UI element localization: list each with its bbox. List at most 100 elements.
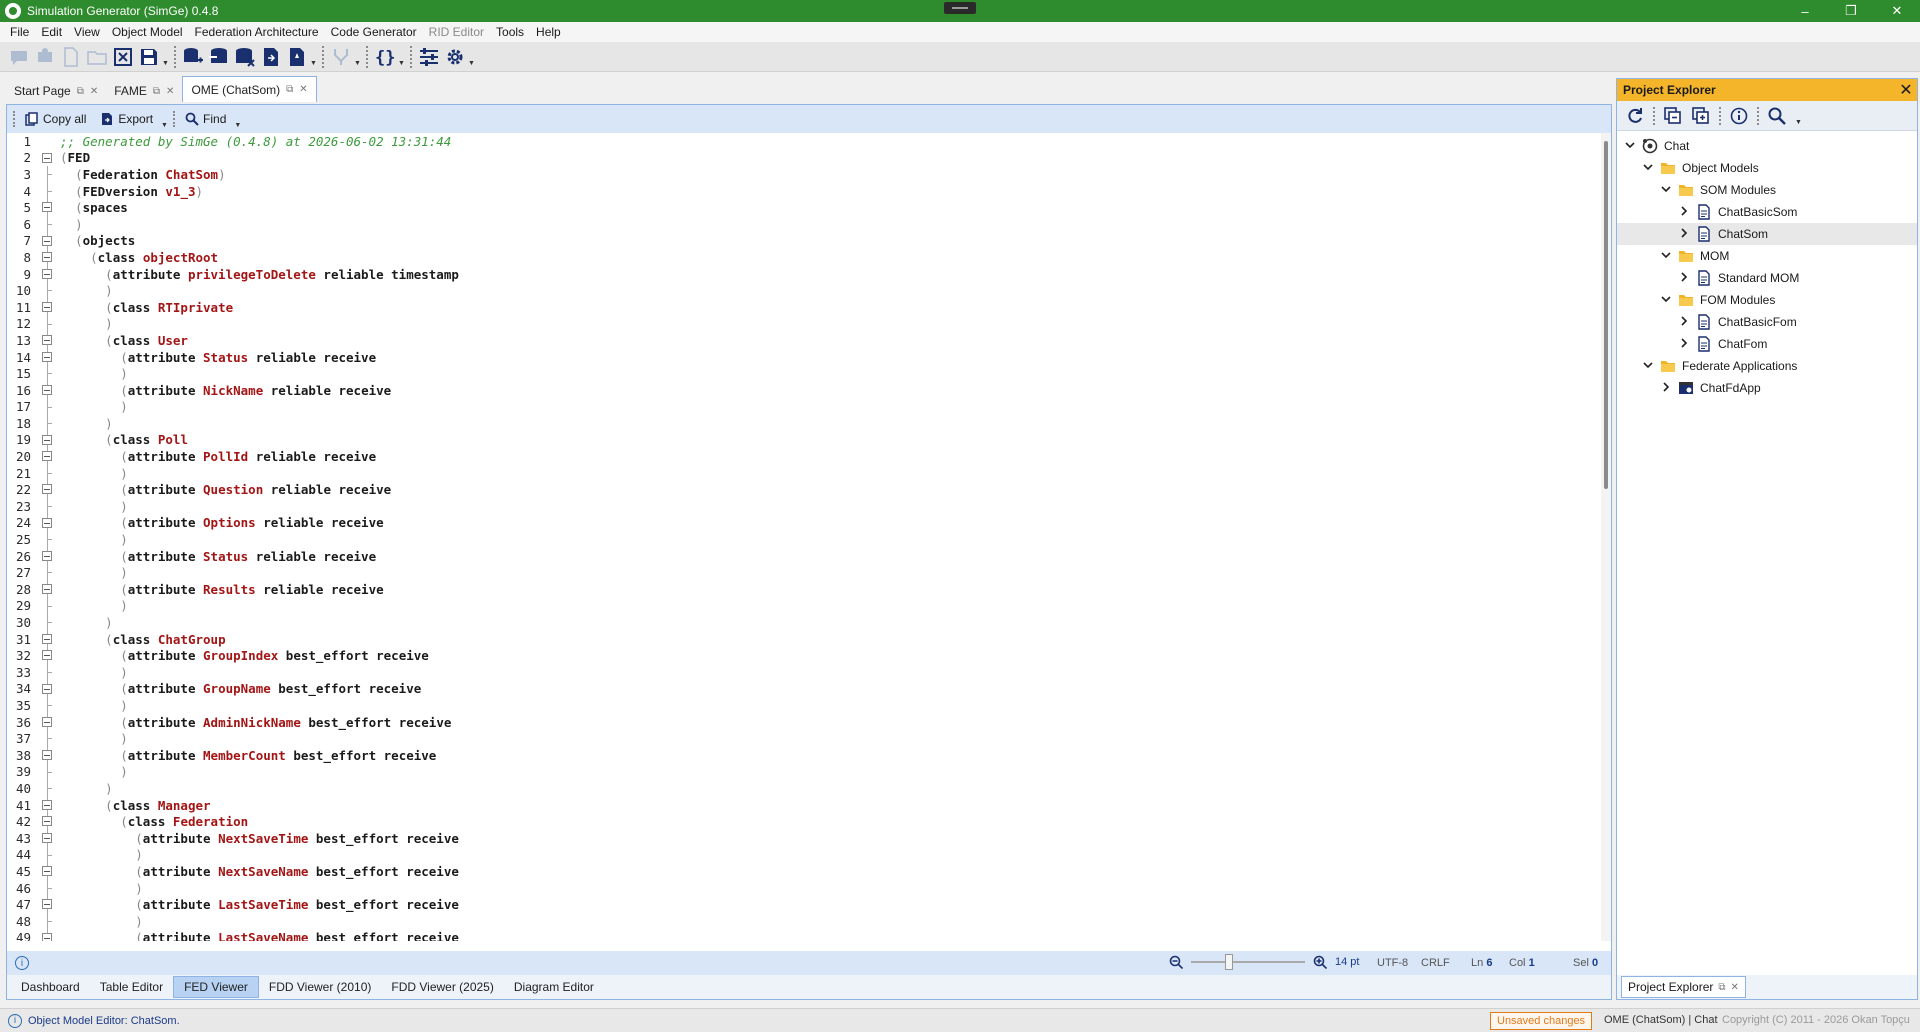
info-icon[interactable]: i bbox=[15, 956, 29, 970]
tab-fame[interactable]: FAME ⧉ ✕ bbox=[106, 80, 182, 102]
fold-toggle-icon[interactable] bbox=[40, 863, 56, 880]
close-tab-icon[interactable]: ✕ bbox=[90, 86, 98, 97]
menu-tools[interactable]: Tools bbox=[490, 25, 530, 39]
tree-item-object-models[interactable]: Object Models bbox=[1617, 157, 1917, 179]
tree-item-chatfdapp[interactable]: ChatFdApp bbox=[1617, 377, 1917, 399]
fold-toggle-icon[interactable] bbox=[40, 150, 56, 167]
close-project-icon[interactable] bbox=[110, 44, 136, 70]
maximize-button[interactable]: ❐ bbox=[1828, 0, 1874, 22]
chevron-right-icon[interactable] bbox=[1659, 381, 1673, 395]
federate-icon[interactable] bbox=[32, 44, 58, 70]
fold-toggle-icon[interactable] bbox=[40, 581, 56, 598]
menu-object-model[interactable]: Object Model bbox=[106, 25, 189, 39]
tree-item-standard-mom[interactable]: Standard MOM bbox=[1617, 267, 1917, 289]
export-document-icon[interactable] bbox=[258, 44, 284, 70]
code-braces-icon[interactable]: {} bbox=[372, 44, 398, 70]
chevron-down-icon[interactable] bbox=[1659, 294, 1673, 307]
close-tab-icon[interactable]: ✕ bbox=[1731, 982, 1739, 993]
drag-grip-icon[interactable] bbox=[944, 2, 976, 14]
chevron-down-icon[interactable] bbox=[1641, 360, 1655, 373]
chevron-right-icon[interactable] bbox=[1677, 227, 1691, 241]
close-window-button[interactable]: ✕ bbox=[1874, 0, 1920, 22]
menu-rid-editor[interactable]: RID Editor bbox=[423, 25, 490, 39]
popout-icon[interactable]: ⧉ bbox=[286, 84, 293, 95]
menu-code-generator[interactable]: Code Generator bbox=[325, 25, 423, 39]
fold-toggle-icon[interactable] bbox=[40, 929, 56, 941]
copy-all-button[interactable]: Copy all bbox=[19, 108, 92, 130]
branch-dropdown-icon[interactable]: ▼ bbox=[354, 60, 362, 67]
new-file-icon[interactable] bbox=[58, 44, 84, 70]
fold-toggle-icon[interactable] bbox=[40, 647, 56, 664]
search-dropdown-icon[interactable]: ▼ bbox=[1795, 119, 1803, 126]
export-dropdown-icon[interactable]: ▼ bbox=[161, 122, 169, 129]
export-button[interactable]: Export bbox=[94, 108, 159, 130]
scrollbar-thumb[interactable] bbox=[1604, 141, 1608, 489]
fold-toggle-icon[interactable] bbox=[40, 431, 56, 449]
fold-toggle-icon[interactable] bbox=[40, 813, 56, 830]
tab-project-explorer[interactable]: Project Explorer ⧉ ✕ bbox=[1621, 976, 1746, 998]
menu-help[interactable]: Help bbox=[530, 25, 567, 39]
zoom-slider-thumb[interactable] bbox=[1225, 954, 1233, 970]
fold-toggle-icon[interactable] bbox=[40, 448, 56, 465]
tree-item-chatbasicsom[interactable]: ChatBasicSom bbox=[1617, 201, 1917, 223]
chevron-down-icon[interactable] bbox=[1623, 140, 1637, 153]
zoom-in-icon[interactable] bbox=[1313, 955, 1327, 969]
fold-toggle-icon[interactable] bbox=[40, 249, 56, 266]
chevron-right-icon[interactable] bbox=[1677, 205, 1691, 219]
add-database-icon[interactable] bbox=[180, 44, 206, 70]
fold-toggle-icon[interactable] bbox=[40, 332, 56, 349]
collapse-all-icon[interactable] bbox=[1663, 106, 1683, 126]
tab-fdd-viewer-2010[interactable]: FDD Viewer (2010) bbox=[259, 976, 381, 998]
properties-info-icon[interactable] bbox=[1729, 106, 1749, 126]
tree-item-chatsom[interactable]: ChatSom bbox=[1617, 223, 1917, 245]
tree-item-fom-modules[interactable]: FOM Modules bbox=[1617, 289, 1917, 311]
open-folder-icon[interactable] bbox=[84, 44, 110, 70]
document-dropdown-icon[interactable]: ▼ bbox=[310, 60, 318, 67]
remove-database-icon[interactable] bbox=[232, 44, 258, 70]
popout-icon[interactable]: ⧉ bbox=[1718, 982, 1725, 993]
refresh-icon[interactable] bbox=[1625, 106, 1645, 126]
find-button[interactable]: Find bbox=[179, 108, 232, 130]
settings-gear-icon[interactable] bbox=[442, 44, 468, 70]
tree-item-chatbasicfom[interactable]: ChatBasicFom bbox=[1617, 311, 1917, 333]
code-dropdown-icon[interactable]: ▼ bbox=[398, 60, 406, 67]
popout-icon[interactable]: ⧉ bbox=[153, 86, 160, 97]
chevron-down-icon[interactable] bbox=[1659, 250, 1673, 263]
options-sliders-icon[interactable] bbox=[416, 44, 442, 70]
unsaved-changes-badge[interactable]: Unsaved changes bbox=[1490, 1012, 1593, 1030]
code-view[interactable]: 1 ;; Generated by SimGe (0.4.8) at 2026-0… bbox=[7, 133, 1601, 941]
chevron-down-icon[interactable] bbox=[1641, 162, 1655, 175]
find-dropdown-icon[interactable]: ▼ bbox=[234, 122, 242, 129]
minimize-button[interactable]: – bbox=[1782, 0, 1828, 22]
expand-all-icon[interactable] bbox=[1691, 106, 1711, 126]
fold-toggle-icon[interactable] bbox=[40, 796, 56, 814]
menu-view[interactable]: View bbox=[68, 25, 106, 39]
fold-toggle-icon[interactable] bbox=[40, 348, 56, 366]
menu-file[interactable]: File bbox=[4, 25, 35, 39]
close-icon[interactable]: ✕ bbox=[1895, 80, 1917, 100]
chevron-right-icon[interactable] bbox=[1677, 271, 1691, 285]
close-tab-icon[interactable]: ✕ bbox=[299, 84, 307, 95]
save-dropdown-icon[interactable]: ▼ bbox=[162, 60, 170, 67]
tab-fed-viewer[interactable]: FED Viewer bbox=[173, 976, 259, 998]
fold-toggle-icon[interactable] bbox=[40, 630, 56, 648]
vertical-scrollbar[interactable] bbox=[1601, 133, 1611, 941]
menu-edit[interactable]: Edit bbox=[35, 25, 68, 39]
settings-dropdown-icon[interactable]: ▼ bbox=[468, 60, 476, 67]
tab-start-page[interactable]: Start Page ⧉ ✕ bbox=[6, 80, 106, 102]
tab-dashboard[interactable]: Dashboard bbox=[11, 976, 90, 998]
search-icon[interactable] bbox=[1767, 106, 1787, 126]
tree-item-som-modules[interactable]: SOM Modules bbox=[1617, 179, 1917, 201]
fold-toggle-icon[interactable] bbox=[40, 481, 56, 499]
fold-toggle-icon[interactable] bbox=[40, 514, 56, 532]
chevron-right-icon[interactable] bbox=[1677, 315, 1691, 329]
fold-toggle-icon[interactable] bbox=[40, 680, 56, 698]
chevron-right-icon[interactable] bbox=[1677, 337, 1691, 351]
tab-ome-chatsom[interactable]: OME (ChatSom) ⧉ ✕ bbox=[182, 76, 317, 102]
fold-toggle-icon[interactable] bbox=[40, 381, 56, 399]
close-tab-icon[interactable]: ✕ bbox=[166, 86, 174, 97]
tab-diagram-editor[interactable]: Diagram Editor bbox=[504, 976, 604, 998]
fold-toggle-icon[interactable] bbox=[40, 829, 56, 847]
fold-toggle-icon[interactable] bbox=[40, 298, 56, 316]
fold-toggle-icon[interactable] bbox=[40, 746, 56, 764]
